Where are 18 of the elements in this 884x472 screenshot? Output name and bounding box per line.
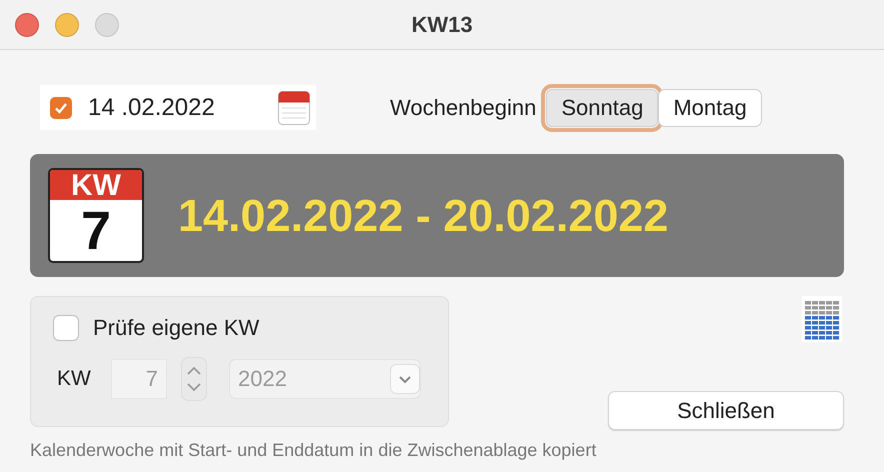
week-badge-icon: KW 7 <box>48 168 144 263</box>
calendar-icon[interactable] <box>278 90 310 124</box>
close-button[interactable]: Schließen <box>608 391 844 430</box>
checkbox[interactable] <box>50 96 72 118</box>
week-label: KW <box>57 367 92 391</box>
week-start-label: Wochenbeginn <box>390 94 536 120</box>
minimize-window-icon[interactable] <box>55 12 79 36</box>
stepper[interactable] <box>181 357 207 401</box>
zoom-window-icon[interactable] <box>95 12 119 36</box>
checkbox-label: Prüfe eigene KW <box>93 315 260 341</box>
week-start-option[interactable]: Montag <box>658 88 762 126</box>
status-message: Kalenderwoche mit Start- und Enddatum in die Zwischenablage kopiert <box>30 440 598 461</box>
date-field[interactable]: 14 .02.2022 <box>40 85 316 130</box>
grid-icon[interactable] <box>802 296 842 342</box>
date-range: 14.02.2022 - 20.02.2022 <box>178 190 668 242</box>
close-window-icon[interactable] <box>15 12 39 36</box>
chevron-down-icon <box>390 364 420 394</box>
window-title: KW13 <box>411 12 473 36</box>
